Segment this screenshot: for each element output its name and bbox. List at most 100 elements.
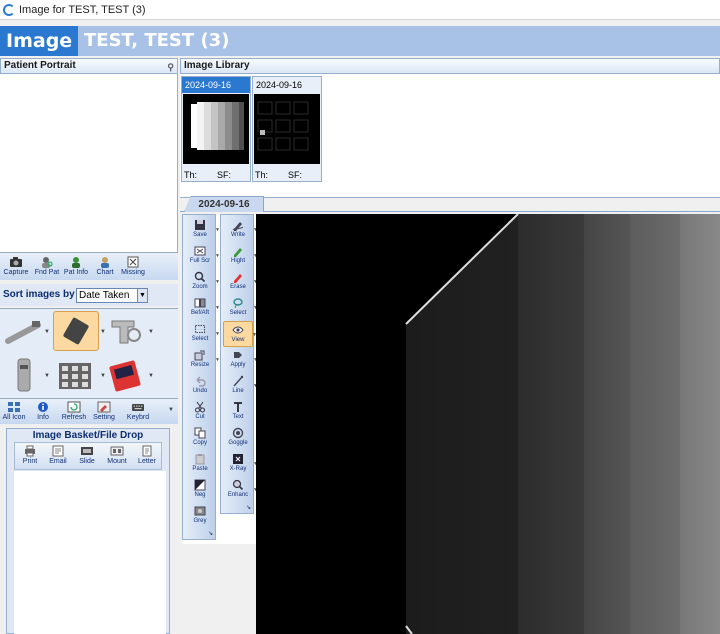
- line-tool[interactable]: Line▼: [223, 373, 258, 399]
- device-import-grid[interactable]: [53, 357, 99, 397]
- missing-button[interactable]: Missing: [119, 256, 147, 276]
- goggle-tool[interactable]: Goggle: [223, 425, 253, 451]
- thumbnail-image[interactable]: [183, 94, 249, 164]
- chevron-down-icon[interactable]: ▼: [137, 289, 147, 302]
- setting-button[interactable]: Setting: [90, 401, 118, 421]
- capture-device-panel: ▼ ▼ ▼ ▼ ▼ ▼: [0, 308, 178, 398]
- text-icon: [234, 402, 242, 412]
- toolbar-overflow-arrow[interactable]: ▼: [168, 407, 174, 413]
- device-intraoral-sensor[interactable]: [2, 313, 48, 353]
- highlight-tool[interactable]: Hight▼: [223, 243, 258, 269]
- undo-tool[interactable]: Undo: [185, 373, 215, 399]
- lasso-select-tool[interactable]: Select▼: [223, 295, 258, 321]
- letter-button[interactable]: Letter: [133, 445, 161, 465]
- patient-info-button[interactable]: Pat Info: [62, 256, 90, 276]
- palette-expand-icon[interactable]: ↘: [208, 530, 213, 537]
- capture-button[interactable]: Capture: [2, 256, 30, 276]
- tool-label: Select: [191, 336, 209, 342]
- zoom-tool[interactable]: Zoom ▼: [185, 269, 220, 295]
- intraoral-sensor-icon: [5, 321, 41, 344]
- apply-tool[interactable]: Apply▼: [223, 347, 258, 373]
- pin-icon[interactable]: ⚲: [167, 60, 174, 74]
- thumbnail-image[interactable]: [254, 94, 320, 164]
- grey-tool[interactable]: Grey: [185, 503, 215, 529]
- device-camera[interactable]: [2, 357, 48, 397]
- write-tool[interactable]: Write▼: [223, 217, 258, 243]
- all-icon-button[interactable]: All Icon: [1, 401, 27, 421]
- module-name: Image: [0, 26, 78, 56]
- refresh-icon: [67, 401, 81, 413]
- full-screen-tool[interactable]: Full Scr ▼: [185, 243, 220, 269]
- find-patient-label: Fnd Pat: [34, 269, 60, 276]
- email-icon: [52, 445, 64, 457]
- keyboard-button[interactable]: Keybrd: [124, 401, 152, 421]
- info-button[interactable]: Info: [30, 401, 56, 421]
- info-icon: [38, 402, 48, 412]
- palette-expand-icon[interactable]: ↘: [246, 504, 251, 511]
- tool-label: Resize: [190, 362, 210, 368]
- print-button[interactable]: Print: [17, 445, 43, 465]
- device-dropdown-arrow[interactable]: ▼: [148, 329, 154, 335]
- erase-tool[interactable]: Erase▼: [223, 269, 258, 295]
- device-panoramic[interactable]: [104, 313, 150, 353]
- grid-icon: [8, 402, 20, 412]
- negative-tool[interactable]: Neg: [185, 477, 215, 503]
- tool-palette: Save ▼ Full Scr ▼ Zoom ▼ Bef/Aft ▼ Select ▼ R…: [182, 214, 258, 544]
- patient-portrait-area: [0, 74, 178, 252]
- thumbnail-1[interactable]: 2024-09-16 Th: SF:: [181, 76, 251, 182]
- tab-date[interactable]: 2024-09-16: [184, 196, 264, 212]
- device-dropdown-arrow[interactable]: ▼: [148, 373, 154, 379]
- cut-tool[interactable]: Cut: [185, 399, 215, 425]
- printer-icon: [25, 445, 35, 457]
- paste-tool[interactable]: Paste: [185, 451, 215, 477]
- save-tool[interactable]: Save ▼: [185, 217, 220, 243]
- email-button[interactable]: Email: [45, 445, 71, 465]
- before-after-tool[interactable]: Bef/Aft ▼: [185, 295, 220, 321]
- window-title-bar: Image for TEST, TEST (3): [0, 0, 720, 20]
- copy-tool[interactable]: Copy: [185, 425, 215, 451]
- x-ray-icon: [233, 454, 243, 464]
- sort-select[interactable]: Date Taken ▼: [76, 288, 148, 303]
- text-tool[interactable]: Text: [223, 399, 253, 425]
- device-dropdown-arrow[interactable]: ▼: [44, 329, 50, 335]
- resize-tool[interactable]: Resize ▼: [185, 347, 220, 373]
- find-patient-button[interactable]: Fnd Pat: [33, 256, 61, 276]
- device-dropdown-arrow[interactable]: ▼: [44, 373, 50, 379]
- before-after-icon: [194, 298, 206, 308]
- file-drop-area[interactable]: [14, 471, 166, 634]
- select-box-tool[interactable]: Select ▼: [185, 321, 220, 347]
- memory-card-icon: [109, 360, 141, 392]
- tool-column-left: Save ▼ Full Scr ▼ Zoom ▼ Bef/Aft ▼ Select ▼ R…: [182, 214, 220, 540]
- chart-button[interactable]: Chart: [92, 256, 118, 276]
- slide-label: Slide: [79, 458, 95, 465]
- device-phosphor-plate[interactable]: [53, 311, 99, 351]
- goggle-icon: [232, 427, 244, 439]
- thumbnail-2[interactable]: 2024-09-16 Th: SF:: [252, 76, 322, 182]
- copy-icon: [194, 427, 206, 439]
- undo-icon: [196, 376, 206, 387]
- patient-info-label: Pat Info: [63, 269, 89, 276]
- tool-label: Paste: [192, 466, 208, 472]
- slide-icon: [81, 447, 93, 455]
- app-icon: [3, 3, 15, 16]
- tool-label: X-Ray: [229, 466, 247, 472]
- mount-button[interactable]: Mount: [103, 445, 131, 465]
- tool-label: Goggle: [228, 440, 248, 446]
- enhance-tool[interactable]: Enhanc▼: [223, 477, 258, 503]
- chart-label: Chart: [96, 269, 114, 276]
- image-viewer[interactable]: [256, 214, 720, 634]
- slide-button[interactable]: Slide: [74, 445, 100, 465]
- scissors-icon: [195, 401, 205, 413]
- full-screen-icon: [194, 246, 206, 256]
- view-tool[interactable]: View ▼: [223, 321, 257, 347]
- module-banner: Image TEST, TEST (3): [0, 26, 720, 56]
- tool-label: Copy: [192, 440, 207, 446]
- capture-label: Capture: [3, 269, 29, 276]
- magnifier-icon: [194, 271, 206, 283]
- view-eye-icon: [232, 326, 244, 334]
- tool-label: Enhanc: [227, 492, 249, 498]
- x-ray-tool[interactable]: X-Ray▼: [223, 451, 258, 477]
- device-memory-card[interactable]: [104, 357, 150, 397]
- refresh-button[interactable]: Refresh: [60, 401, 88, 421]
- tool-column-right: Write▼ Hight▼ Erase▼ Select▼ View▼ Apply…: [220, 214, 258, 514]
